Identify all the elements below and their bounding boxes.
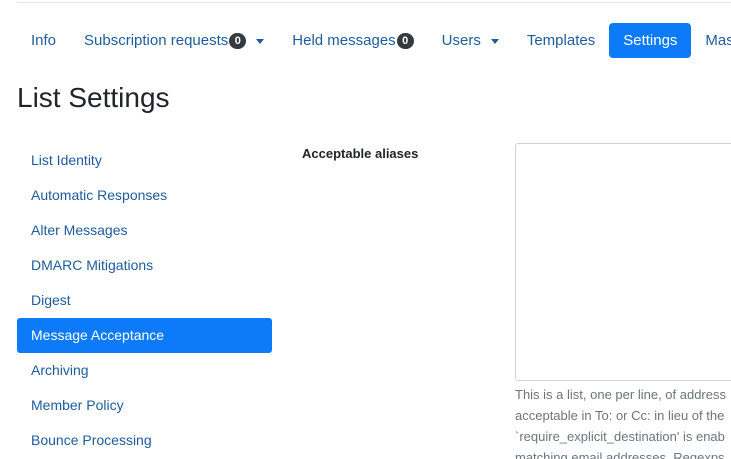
- tab-info[interactable]: Info: [17, 23, 70, 58]
- main-nav: Info Subscription requests 0 Held messag…: [17, 23, 731, 58]
- acceptable-aliases-label: Acceptable aliases: [302, 146, 419, 161]
- top-divider: [17, 2, 731, 3]
- tab-users-label: Users: [441, 32, 481, 49]
- sidebar-item-member-policy[interactable]: Member Policy: [17, 388, 272, 423]
- sidebar-item-list-identity[interactable]: List Identity: [17, 143, 272, 178]
- held-messages-count-badge: 0: [396, 32, 414, 49]
- sidebar-item-bounce-processing[interactable]: Bounce Processing: [17, 423, 272, 458]
- subscription-requests-count-badge: 0: [229, 32, 247, 49]
- sidebar-item-digest[interactable]: Digest: [17, 283, 272, 318]
- tab-held-messages-label: Held messages: [292, 32, 396, 49]
- sidebar-item-message-acceptance[interactable]: Message Acceptance: [17, 318, 272, 353]
- tab-templates[interactable]: Templates: [513, 23, 609, 58]
- page: Info Subscription requests 0 Held messag…: [0, 0, 731, 459]
- settings-sidebar: List Identity Automatic Responses Alter …: [17, 143, 272, 458]
- sidebar-item-alter-messages[interactable]: Alter Messages: [17, 213, 272, 248]
- tab-mass-operations-label: Mass operat: [705, 32, 731, 49]
- tab-users[interactable]: Users: [428, 23, 513, 58]
- chevron-down-icon: [490, 38, 499, 44]
- sidebar-item-automatic-responses[interactable]: Automatic Responses: [17, 178, 272, 213]
- tab-subscription-requests[interactable]: Subscription requests 0: [70, 23, 278, 58]
- help-text-line: `require_explicit_destination' is enab: [515, 429, 725, 444]
- sidebar-item-dmarc-mitigations[interactable]: DMARC Mitigations: [17, 248, 272, 283]
- help-text-line: This is a list, one per line, of address: [515, 387, 726, 402]
- tab-info-label: Info: [31, 32, 57, 49]
- chevron-down-icon: [256, 38, 265, 44]
- tab-templates-label: Templates: [526, 32, 596, 49]
- help-text-line: acceptable in To: or Cc: in lieu of the: [515, 408, 725, 423]
- tab-mass-operations[interactable]: Mass operat: [691, 23, 731, 58]
- tab-subscription-requests-label: Subscription requests: [84, 32, 229, 49]
- tab-settings-label: Settings: [623, 32, 678, 49]
- sidebar-item-archiving[interactable]: Archiving: [17, 353, 272, 388]
- help-text-line: matching email addresses. Regexps: [515, 450, 725, 459]
- tab-held-messages[interactable]: Held messages 0: [278, 23, 427, 58]
- tab-settings[interactable]: Settings: [609, 23, 692, 58]
- acceptable-aliases-help-text: This is a list, one per line, of address…: [515, 384, 731, 459]
- acceptable-aliases-textarea[interactable]: [515, 143, 731, 381]
- page-title: List Settings: [17, 82, 170, 113]
